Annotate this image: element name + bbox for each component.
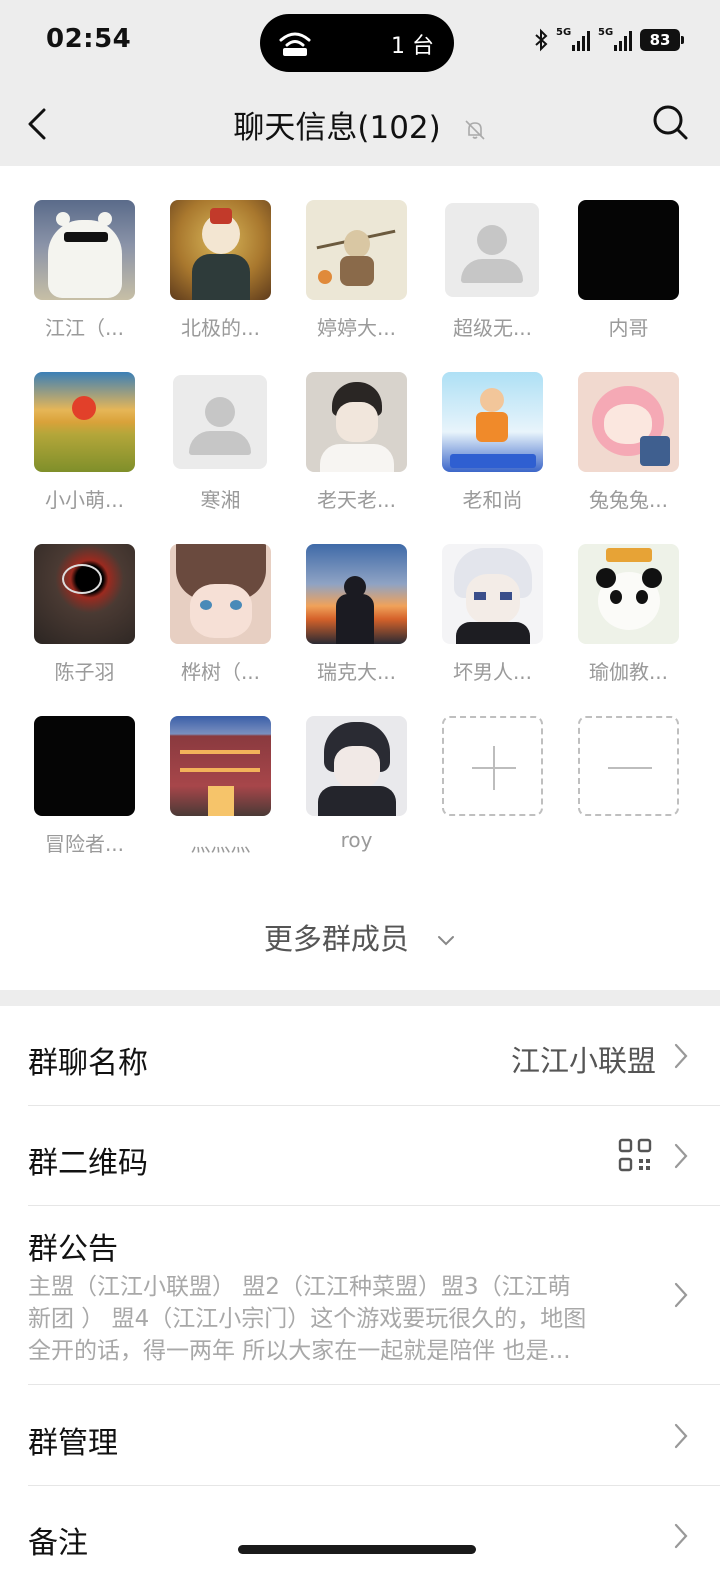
chevron-right-icon [674,1423,688,1449]
home-indicator[interactable] [238,1545,476,1554]
member-item[interactable]: 婷婷大... [306,200,407,340]
member-item[interactable]: 老和尚 [442,372,543,512]
remark-row[interactable]: 备注 [0,1486,720,1584]
member-item[interactable]: 桦树（... [170,544,271,684]
avatar [34,372,135,472]
notice-line: 新团 ） 盟4（江江小宗门）这个游戏要玩很久的，地图 [28,1306,587,1332]
device-count: 1 台 [391,34,434,59]
member-item[interactable]: 寒湘 [170,372,271,512]
row-label: 群聊名称 [28,1046,148,1081]
member-name: 小小萌... [44,488,125,512]
hotspot-icon [279,32,311,56]
chevron-right-icon [674,1523,688,1549]
add-member-button[interactable] [442,716,543,816]
member-item[interactable]: 瑜伽教... [578,544,679,684]
plus-icon [442,716,543,816]
member-name: 陈子羽 [54,660,115,684]
avatar [34,200,135,300]
more-members-button[interactable]: 更多群成员 [0,916,720,958]
group-manage-row[interactable]: 群管理 [0,1386,720,1486]
member-item[interactable]: 冒险者... [34,716,135,856]
signal-icon: 5G [598,27,632,51]
bluetooth-icon [535,28,548,52]
group-notice-row[interactable]: 群公告 主盟（江江小联盟） 盟2（江江种菜盟）盟3（江江萌 新团 ） 盟4（江江… [0,1206,720,1386]
member-grid: 江江（... 北极的... 婷婷大... 超级无... 内哥 小小萌... 寒湘… [34,200,694,856]
notice-line: 全开的话，得一两年 所以大家在一起就是陪伴 也是... [28,1338,571,1364]
divider [28,1384,720,1385]
avatar [170,716,271,816]
member-item[interactable]: 陈子羽 [34,544,135,684]
bell-off-icon [465,119,485,140]
member-item[interactable]: 瑞克大... [306,544,407,684]
member-name: 灬灬灬 [190,832,251,856]
avatar [578,372,679,472]
group-name-value: 江江小联盟 [510,1044,656,1078]
group-name-row[interactable]: 群聊名称 江江小联盟 [0,1006,720,1106]
avatar [578,200,679,300]
group-qr-row[interactable]: 群二维码 [0,1106,720,1206]
avatar [34,544,135,644]
signal-icon: 5G [556,27,590,51]
avatar [173,375,267,469]
member-name: 冒险者... [44,832,125,856]
avatar [306,544,407,644]
row-label: 群二维码 [28,1146,148,1181]
status-icons: 5G 5G 83 [534,27,684,52]
row-label: 群管理 [28,1426,118,1461]
avatar [306,716,407,816]
member-name: 老和尚 [462,488,523,512]
avatar [34,716,135,816]
nav-bar: 聊天信息(102) [0,88,720,166]
member-item[interactable]: 内哥 [578,200,679,340]
avatar [442,372,543,472]
member-name: 坏男人... [452,660,533,684]
qr-code-icon [618,1138,652,1172]
member-item[interactable]: 灬灬灬 [170,716,271,856]
member-name: 内哥 [608,316,649,340]
member-item[interactable]: 北极的... [170,200,271,340]
avatar [442,544,543,644]
member-name: 桦树（... [180,660,261,684]
remove-member-button[interactable] [578,716,679,816]
member-name: 北极的... [180,316,261,340]
status-bar: 02:54 1 台 5G 5G 83 [0,0,720,88]
chevron-right-icon [674,1143,688,1169]
search-icon[interactable] [650,102,690,142]
battery-icon: 83 [640,29,684,51]
page-title: 聊天信息(102) [0,102,720,147]
member-name: 超级无... [452,316,533,340]
member-name: 瑜伽教... [588,660,669,684]
member-name: 瑞克大... [316,660,397,684]
avatar [306,372,407,472]
notice-line: 主盟（江江小联盟） 盟2（江江种菜盟）盟3（江江萌 [28,1274,571,1300]
member-item[interactable]: 老天老... [306,372,407,512]
chevron-right-icon [674,1043,688,1069]
avatar [306,200,407,300]
member-item[interactable]: roy [306,716,407,852]
member-section: 江江（... 北极的... 婷婷大... 超级无... 内哥 小小萌... 寒湘… [0,166,720,990]
section-divider [0,990,720,1006]
avatar [170,544,271,644]
member-item[interactable]: 小小萌... [34,372,135,512]
member-item[interactable]: 兔兔兔... [578,372,679,512]
row-label: 备注 [28,1526,88,1561]
avatar [170,200,271,300]
chevron-right-icon [674,1282,688,1308]
member-item[interactable]: 江江（... [34,200,135,340]
member-name: 寒湘 [200,488,241,512]
chevron-down-icon [438,936,455,946]
member-name: 婷婷大... [316,316,397,340]
status-time: 02:54 [46,24,132,54]
member-name: 江江（... [44,316,125,340]
member-item[interactable]: 坏男人... [442,544,543,684]
member-name: 兔兔兔... [588,488,669,512]
member-name: roy [340,828,373,852]
avatar [445,203,539,297]
avatar [578,544,679,644]
row-label: 群公告 [28,1232,118,1267]
member-name: 老天老... [316,488,397,512]
member-item[interactable]: 超级无... [442,200,543,340]
minus-icon [578,716,679,816]
dynamic-island[interactable]: 1 台 [260,14,454,72]
